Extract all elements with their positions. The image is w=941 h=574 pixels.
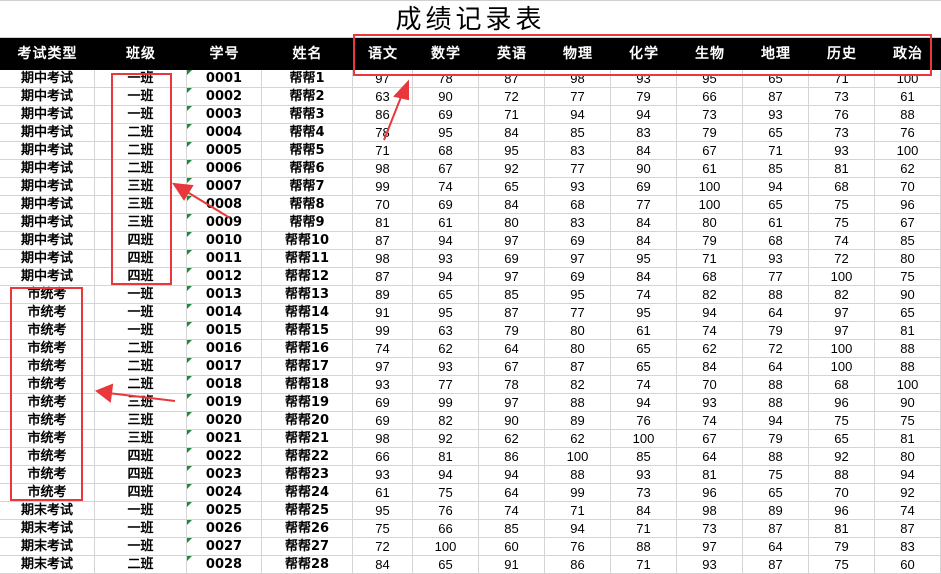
annotation-arrows — [94, 79, 409, 403]
spreadsheet: 成绩记录表 考试类型 班级 学号 姓名 语文 数学 英语 物理 化学 生物 地理 历史 政治 期中考试一… — [0, 0, 941, 574]
